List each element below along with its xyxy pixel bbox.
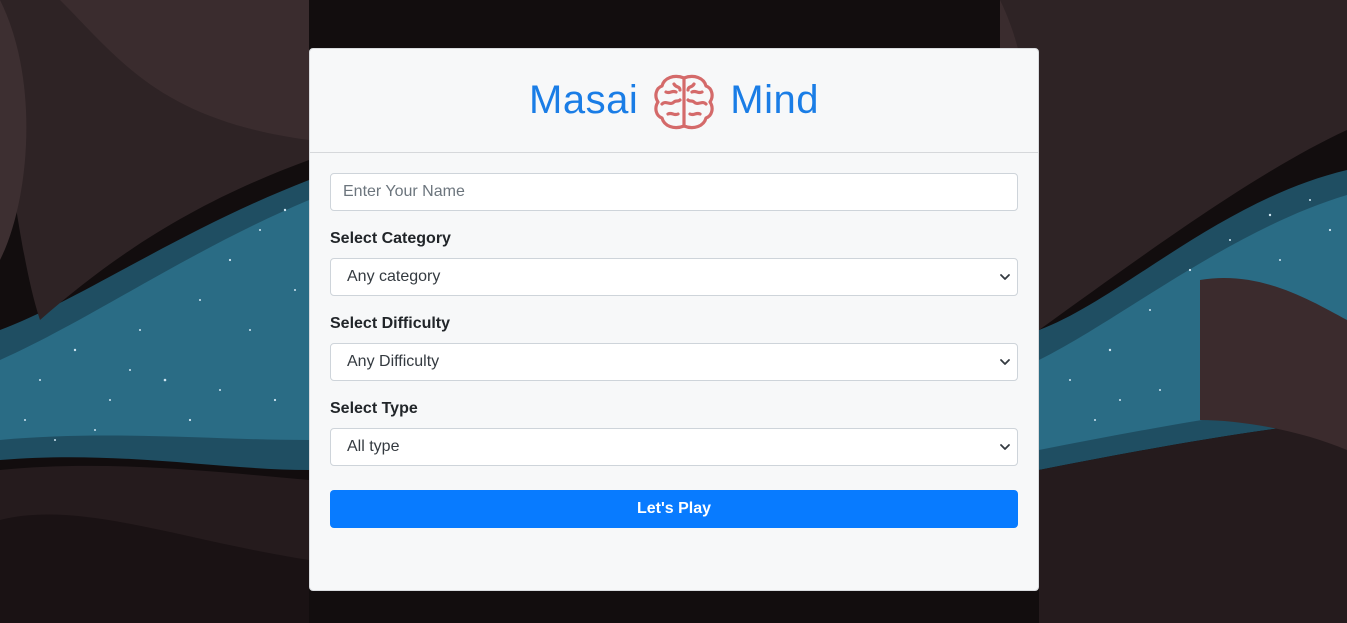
- background-tile-right: [1000, 0, 1347, 623]
- type-label: Select Type: [330, 400, 418, 417]
- difficulty-label: Select Difficulty: [330, 315, 451, 332]
- difficulty-select-value: Any Difficulty: [347, 353, 440, 370]
- type-select[interactable]: All type: [330, 428, 1018, 466]
- quiz-setup-card: Masai Mind Selec: [309, 48, 1039, 591]
- card-header: Masai Mind: [310, 49, 1038, 153]
- category-select[interactable]: Any category: [330, 258, 1018, 296]
- category-label: Select Category: [330, 230, 451, 247]
- brand-title-left: Masai: [529, 78, 639, 122]
- type-select-value: All type: [347, 438, 400, 455]
- chevron-down-icon: [1000, 359, 1010, 365]
- difficulty-select[interactable]: Any Difficulty: [330, 343, 1018, 381]
- brand-title-right: Mind: [730, 78, 819, 122]
- quiz-setup-form: Select Category Any category Select Diff…: [310, 153, 1038, 528]
- name-input[interactable]: [330, 173, 1018, 211]
- chevron-down-icon: [1000, 444, 1010, 450]
- chevron-down-icon: [1000, 274, 1010, 280]
- brain-icon: [652, 70, 716, 134]
- category-select-value: Any category: [347, 268, 441, 285]
- lets-play-button[interactable]: Let's Play: [330, 490, 1018, 528]
